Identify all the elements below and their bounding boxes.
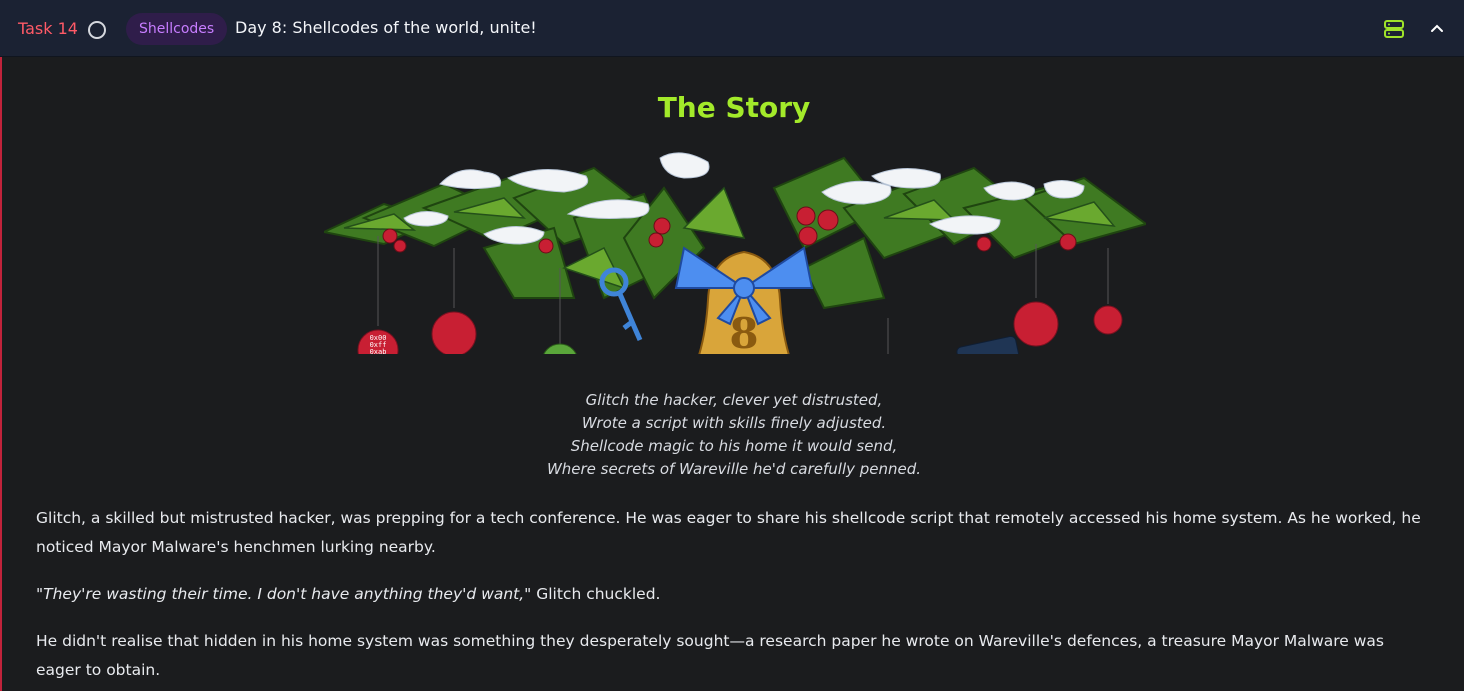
task-content: The Story 0x00 0xff 0xab 8 Glitch the ha… xyxy=(0,57,1464,691)
story-paragraph: Glitch, a skilled but mistrusted hacker,… xyxy=(36,509,1421,556)
story-paragraph: He didn't realise that hidden in his hom… xyxy=(36,632,1385,679)
christmas-garland-image: 0x00 0xff 0xab 0xdd 8 xyxy=(324,152,1146,354)
task-label: Task 14 xyxy=(18,19,78,38)
poem-line: Where secrets of Wareville he'd carefull… xyxy=(546,460,922,478)
tag-badge: Shellcodes xyxy=(126,13,228,45)
story-title: The Story xyxy=(657,91,811,124)
story-poem: Glitch the hacker, clever yet distrusted… xyxy=(2,389,1464,481)
svg-text:0xab: 0xab xyxy=(370,348,387,354)
circle-icon xyxy=(88,21,106,39)
poem-line: Shellcode magic to his home it would sen… xyxy=(570,437,898,455)
poem-line: Wrote a script with skills finely adjust… xyxy=(581,414,887,432)
paragraph-text: Glitch chuckled. xyxy=(531,585,661,603)
task-title: Day 8: Shellcodes of the world, unite! xyxy=(235,18,537,37)
server-icon[interactable] xyxy=(1384,20,1404,38)
story-paragraph: "They're wasting their time. I don't hav… xyxy=(36,580,1426,609)
quote-text: "They're wasting their time. I don't hav… xyxy=(36,585,532,603)
task-header[interactable]: Task 14 Shellcodes Day 8: Shellcodes of … xyxy=(0,0,1464,57)
poem-line: Glitch the hacker, clever yet distrusted… xyxy=(585,391,883,409)
chevron-up-icon[interactable] xyxy=(1429,20,1445,36)
